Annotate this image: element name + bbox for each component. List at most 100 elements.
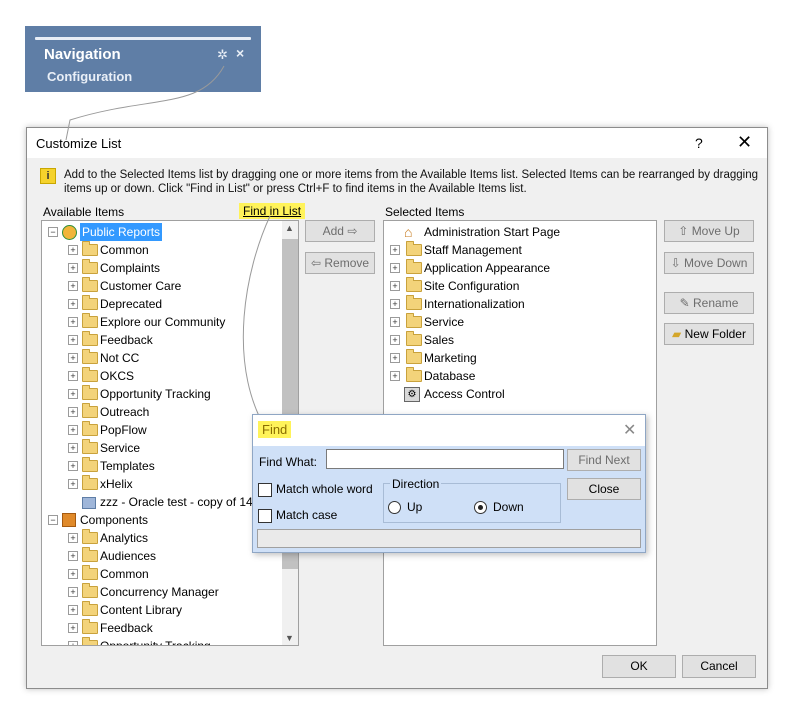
expand-icon[interactable]: +: [390, 317, 400, 327]
tree-item[interactable]: + Service: [42, 439, 282, 457]
expand-icon[interactable]: +: [390, 281, 400, 291]
selected-list-item[interactable]: + Marketing: [384, 349, 644, 367]
find-next-button[interactable]: Find Next: [567, 449, 641, 471]
folder-icon: [406, 331, 422, 346]
selected-list-item[interactable]: ⚙ Access Control: [384, 385, 644, 403]
expand-icon[interactable]: +: [68, 425, 78, 435]
selected-list-item[interactable]: + Database: [384, 367, 644, 385]
folder-icon: [82, 259, 98, 274]
add-button[interactable]: Add ⇨: [305, 220, 375, 242]
close-button[interactable]: ✕: [737, 132, 752, 153]
expand-icon[interactable]: +: [68, 461, 78, 471]
dialog-title: Customize List: [36, 136, 122, 151]
expand-icon[interactable]: +: [68, 299, 78, 309]
selected-list-item[interactable]: + Staff Management: [384, 241, 644, 259]
collapse-icon[interactable]: −: [48, 515, 58, 525]
selected-list-item[interactable]: + Internationalization: [384, 295, 644, 313]
ok-button[interactable]: OK: [602, 655, 676, 678]
tree-item[interactable]: + Feedback: [42, 331, 282, 349]
move-down-button[interactable]: ⇩ Move Down: [664, 252, 754, 274]
available-items-label: Available Items: [43, 205, 125, 219]
tree-item[interactable]: + xHelix: [42, 475, 282, 493]
expand-icon[interactable]: +: [390, 335, 400, 345]
expand-icon[interactable]: +: [68, 317, 78, 327]
tree-item[interactable]: + Common: [42, 241, 282, 259]
expand-icon[interactable]: +: [390, 245, 400, 255]
expand-icon[interactable]: +: [68, 623, 78, 633]
tree-item[interactable]: + Customer Care: [42, 277, 282, 295]
collapse-icon[interactable]: −: [48, 227, 58, 237]
tree-item[interactable]: + Templates: [42, 457, 282, 475]
tree-item[interactable]: zzz - Oracle test - copy of 14440: [42, 493, 282, 511]
expand-icon[interactable]: +: [68, 335, 78, 345]
move-up-button[interactable]: ⇧ Move Up: [664, 220, 754, 242]
expand-icon[interactable]: +: [68, 281, 78, 291]
tree-item-label: Opportunity Tracking: [100, 639, 211, 646]
tree-item[interactable]: + Concurrency Manager: [42, 583, 282, 601]
tree-item[interactable]: + Opportunity Tracking: [42, 637, 282, 646]
new-folder-button[interactable]: ▰ New Folder: [664, 323, 754, 345]
selected-list-item[interactable]: + Site Configuration: [384, 277, 644, 295]
tree-item[interactable]: + Explore our Community: [42, 313, 282, 331]
selected-item-label: Database: [424, 369, 476, 383]
expand-icon[interactable]: +: [68, 245, 78, 255]
expand-icon[interactable]: +: [68, 371, 78, 381]
tree-item-label: Opportunity Tracking: [100, 387, 211, 401]
expand-icon[interactable]: +: [68, 569, 78, 579]
match-whole-word-checkbox[interactable]: [258, 483, 272, 497]
tree-item[interactable]: + Deprecated: [42, 295, 282, 313]
expand-icon[interactable]: +: [68, 407, 78, 417]
expand-icon[interactable]: +: [390, 299, 400, 309]
expand-icon[interactable]: +: [390, 263, 400, 273]
find-close-button[interactable]: Close: [567, 478, 641, 500]
match-case-label: Match case: [276, 508, 338, 522]
selected-list-item[interactable]: ⌂ Administration Start Page: [384, 223, 644, 241]
expand-icon[interactable]: +: [68, 389, 78, 399]
tree-item[interactable]: + Complaints: [42, 259, 282, 277]
close-icon[interactable]: ✕: [623, 420, 636, 440]
expand-icon[interactable]: +: [68, 353, 78, 363]
tree-item[interactable]: + Audiences: [42, 547, 282, 565]
find-what-input[interactable]: [326, 449, 564, 469]
tree-item[interactable]: − Public Reports: [42, 223, 282, 241]
expand-icon[interactable]: +: [68, 605, 78, 615]
up-label: Up: [407, 500, 423, 514]
tree-item[interactable]: + Not CC: [42, 349, 282, 367]
tree-item[interactable]: + PopFlow: [42, 421, 282, 439]
expand-icon[interactable]: +: [68, 479, 78, 489]
folder-icon: [82, 295, 98, 310]
expand-icon[interactable]: +: [68, 587, 78, 597]
gear-icon[interactable]: ✲: [217, 47, 228, 63]
cancel-button[interactable]: Cancel: [682, 655, 756, 678]
folder-icon: [82, 421, 98, 436]
expand-icon[interactable]: +: [68, 443, 78, 453]
expand-icon[interactable]: +: [390, 353, 400, 363]
down-radio[interactable]: [474, 501, 487, 514]
rename-button[interactable]: ✎ Rename: [664, 292, 754, 314]
tree-item[interactable]: + Analytics: [42, 529, 282, 547]
remove-button[interactable]: ⇦ Remove: [305, 252, 375, 274]
close-icon[interactable]: ×: [236, 45, 244, 61]
tree-item[interactable]: − Components: [42, 511, 282, 529]
configuration-link[interactable]: Configuration: [47, 69, 132, 84]
tree-item[interactable]: + Outreach: [42, 403, 282, 421]
tree-item[interactable]: + Feedback: [42, 619, 282, 637]
tree-item-label: Feedback: [100, 621, 153, 635]
tree-item[interactable]: + Opportunity Tracking: [42, 385, 282, 403]
selected-list-item[interactable]: + Service: [384, 313, 644, 331]
expand-icon[interactable]: +: [68, 263, 78, 273]
tree-item[interactable]: + OKCS: [42, 367, 282, 385]
expand-icon[interactable]: +: [390, 371, 400, 381]
expand-icon[interactable]: +: [68, 533, 78, 543]
expand-icon[interactable]: +: [68, 641, 78, 645]
match-case-checkbox[interactable]: [258, 509, 272, 523]
find-in-list-link[interactable]: Find in List: [239, 203, 306, 219]
help-button[interactable]: ?: [695, 135, 703, 151]
widget-handle[interactable]: [35, 37, 251, 40]
selected-list-item[interactable]: + Sales: [384, 331, 644, 349]
up-radio[interactable]: [388, 501, 401, 514]
selected-list-item[interactable]: + Application Appearance: [384, 259, 644, 277]
tree-item[interactable]: + Content Library: [42, 601, 282, 619]
expand-icon[interactable]: +: [68, 551, 78, 561]
tree-item[interactable]: + Common: [42, 565, 282, 583]
